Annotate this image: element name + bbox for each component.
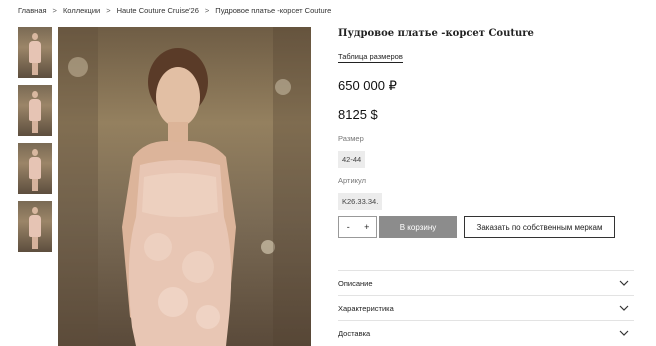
custom-order-button[interactable]: Заказать по собственным меркам <box>464 216 615 238</box>
accordion-label: Характеристика <box>338 303 394 313</box>
main-product-photo[interactable] <box>58 27 311 346</box>
breadcrumb-collections[interactable]: Коллекции <box>63 6 100 15</box>
quantity-stepper: - + <box>338 216 377 238</box>
decrease-button[interactable]: - <box>339 216 358 238</box>
size-label: Размер <box>338 134 364 143</box>
add-to-cart-button[interactable]: В корзину <box>379 216 457 238</box>
size-table-link[interactable]: Таблица размеров <box>338 52 403 63</box>
product-details: Пудровое платье -корсет Couture Таблица … <box>338 27 634 210</box>
thumbnail-gallery <box>18 27 52 259</box>
chevron-down-icon <box>619 305 629 311</box>
accordion-label: Описание <box>338 278 373 288</box>
increase-button[interactable]: + <box>358 216 377 238</box>
breadcrumb-current: Пудровое платье -корсет Couture <box>215 5 332 15</box>
product-title: Пудровое платье -корсет Couture <box>338 28 534 39</box>
breadcrumb-separator-icon: > <box>52 5 57 15</box>
size-option[interactable]: 42-44 <box>338 151 366 168</box>
thumbnail-4[interactable] <box>18 201 52 252</box>
thumbnail-2[interactable] <box>18 85 52 136</box>
article-value: K26.33.34. <box>338 193 383 210</box>
breadcrumb: Главная > Коллекции > Haute Couture Crui… <box>18 4 331 16</box>
accordion-delivery[interactable]: Доставка <box>338 320 634 345</box>
purchase-actions: - + В корзину Заказать по собственным ме… <box>338 216 615 238</box>
breadcrumb-separator-icon: > <box>204 5 210 15</box>
chevron-down-icon <box>619 280 629 286</box>
accordion-label: Доставка <box>338 328 371 338</box>
breadcrumb-collection[interactable]: Haute Couture Cruise'26 <box>117 6 199 15</box>
breadcrumb-separator-icon: > <box>106 5 111 15</box>
article-label: Артикул <box>338 176 366 185</box>
accordion-description[interactable]: Описание <box>338 270 634 295</box>
price-rub: 650 000 ₽ <box>338 78 397 93</box>
thumbnail-1[interactable] <box>18 27 52 78</box>
thumbnail-3[interactable] <box>18 143 52 194</box>
breadcrumb-home[interactable]: Главная <box>18 6 47 15</box>
price-usd: 8125 $ <box>338 107 378 122</box>
accordion-characteristics[interactable]: Характеристика <box>338 295 634 320</box>
chevron-down-icon <box>619 330 629 336</box>
